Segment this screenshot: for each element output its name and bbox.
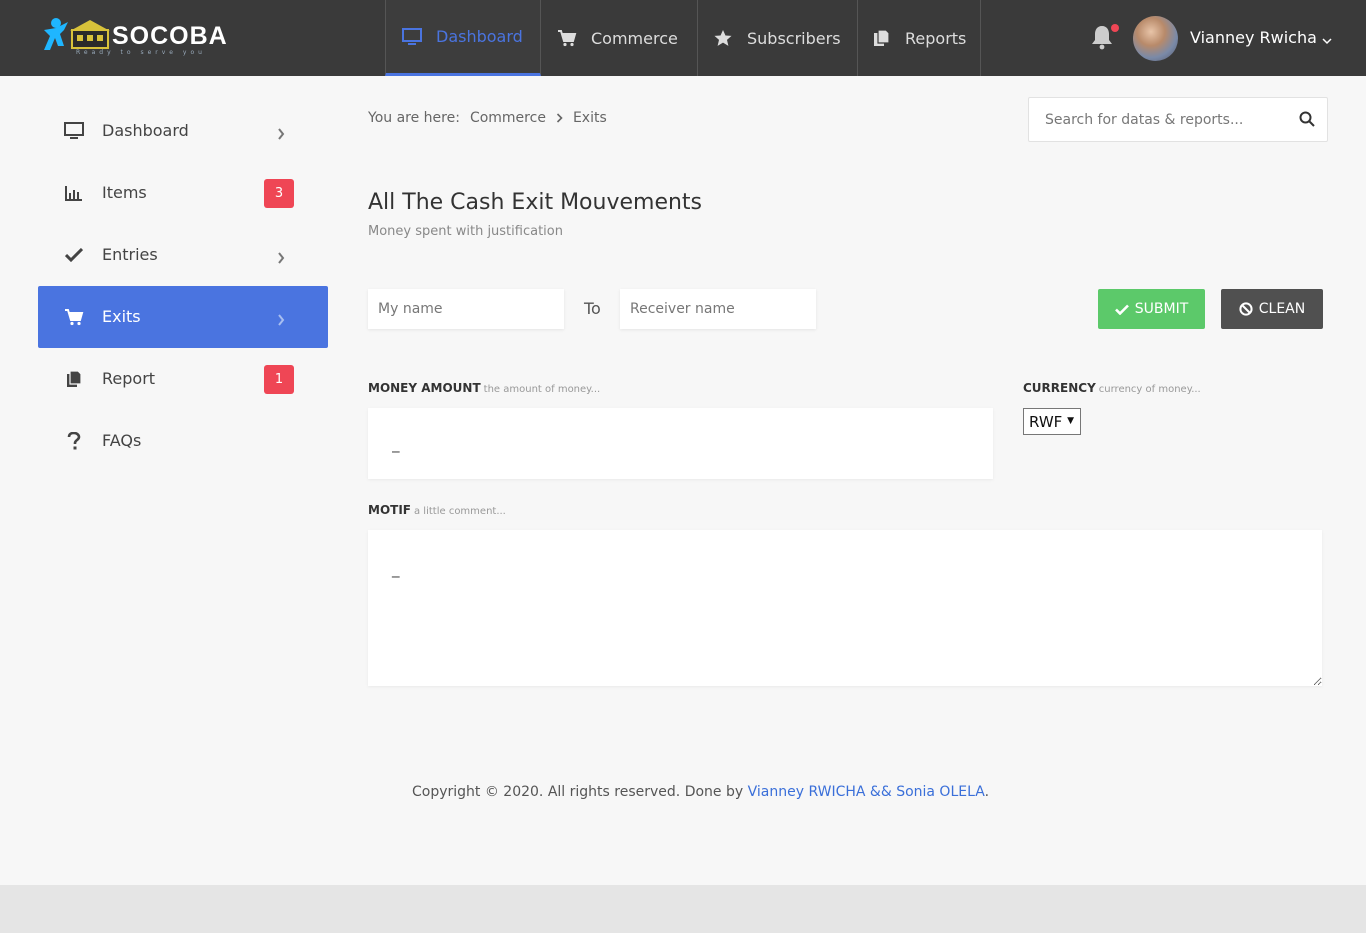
monitor-icon xyxy=(402,27,422,46)
breadcrumb-prefix: You are here: xyxy=(368,110,460,126)
nav-item-dashboard[interactable]: Dashboard xyxy=(385,0,541,76)
bar-chart-icon xyxy=(64,183,84,203)
nav-label: Subscribers xyxy=(747,28,841,48)
search-icon[interactable] xyxy=(1299,111,1315,131)
cart-icon xyxy=(557,29,577,47)
check-icon xyxy=(64,245,84,265)
sidebar-item-label: FAQs xyxy=(102,431,142,450)
currency-label: CURRENCY currency of money... xyxy=(1023,381,1201,395)
currency-title: CURRENCY xyxy=(1023,381,1096,395)
caret-down-icon: ▼ xyxy=(1067,416,1074,426)
clean-label: CLEAN xyxy=(1258,301,1306,317)
receiver-name-input[interactable] xyxy=(620,289,816,329)
sidebar-item-report[interactable]: Report 1 xyxy=(38,348,328,410)
sidebar-item-label: Report xyxy=(102,369,156,388)
check-icon xyxy=(1114,304,1129,315)
page-subtitle: Money spent with justification xyxy=(368,224,563,239)
sidebar-item-label: Entries xyxy=(102,245,158,264)
page-title: All The Cash Exit Mouvements xyxy=(368,190,703,215)
footer-text: Copyright © 2020. All rights reserved. D… xyxy=(412,784,748,800)
money-amount-input[interactable] xyxy=(368,408,993,479)
documents-icon xyxy=(873,29,891,47)
chevron-right-icon xyxy=(277,249,285,268)
currency-hint: currency of money... xyxy=(1098,384,1201,395)
sidebar-item-label: Items xyxy=(102,183,147,202)
count-badge: 3 xyxy=(264,179,294,208)
money-amount-title: MONEY AMOUNT xyxy=(368,381,481,395)
search-input[interactable] xyxy=(1045,110,1285,130)
money-amount-label: MONEY AMOUNT the amount of money... xyxy=(368,381,600,395)
nav-item-subscribers[interactable]: Subscribers xyxy=(698,0,858,76)
submit-button[interactable]: SUBMIT xyxy=(1098,289,1205,329)
sidebar-item-label: Dashboard xyxy=(102,121,189,140)
authors-link[interactable]: Vianney RWICHA && Sonia OLELA xyxy=(748,784,985,800)
breadcrumb-current: Exits xyxy=(572,110,607,126)
chevron-right-icon xyxy=(556,113,563,123)
motif-hint: a little comment... xyxy=(414,506,506,517)
motif-title: MOTIF xyxy=(368,503,411,517)
sidebar-item-entries[interactable]: Entries xyxy=(38,224,328,286)
nav-label: Commerce xyxy=(591,28,678,48)
top-navbar: SOCOBA Ready to serve you Dashboard Comm… xyxy=(0,0,1366,76)
chevron-down-icon[interactable] xyxy=(1322,30,1332,49)
search-box xyxy=(1028,97,1328,142)
ban-icon xyxy=(1239,302,1253,316)
sidebar-item-dashboard[interactable]: Dashboard xyxy=(38,100,328,162)
breadcrumb: You are here: Commerce Exits xyxy=(368,110,607,126)
sidebar-item-exits[interactable]: Exits xyxy=(38,286,328,348)
sidebar-item-items[interactable]: Items 3 xyxy=(38,162,328,224)
count-badge: 1 xyxy=(264,365,294,394)
page-bottom-band xyxy=(0,885,1366,933)
star-icon xyxy=(713,29,733,47)
chevron-right-icon xyxy=(277,125,285,144)
currency-select[interactable]: RWF ▼ xyxy=(1023,408,1081,435)
chevron-right-icon xyxy=(277,311,285,330)
nav-label: Dashboard xyxy=(436,27,523,46)
sidebar: Dashboard Items 3 Entries Exits Report 1… xyxy=(38,100,328,472)
footer-copyright: Copyright © 2020. All rights reserved. D… xyxy=(412,784,989,800)
motif-label: MOTIF a little comment... xyxy=(368,503,506,517)
nav-label: Reports xyxy=(905,28,967,48)
nav-item-reports[interactable]: Reports xyxy=(858,0,981,76)
monitor-icon xyxy=(64,121,84,141)
main-nav: Dashboard Commerce Subscribers Reports xyxy=(385,0,981,76)
question-icon xyxy=(64,431,84,451)
cart-icon xyxy=(64,307,84,327)
documents-icon xyxy=(64,369,84,389)
brand-tagline: Ready to serve you xyxy=(76,49,206,56)
to-label: To xyxy=(584,299,601,318)
submit-label: SUBMIT xyxy=(1134,301,1189,317)
brand-logo[interactable]: SOCOBA Ready to serve you xyxy=(40,14,230,62)
user-avatar[interactable] xyxy=(1133,16,1178,61)
currency-selected-value: RWF xyxy=(1029,412,1063,431)
sidebar-item-faqs[interactable]: FAQs xyxy=(38,410,328,472)
user-name[interactable]: Vianney Rwicha xyxy=(1190,28,1317,47)
clean-button[interactable]: CLEAN xyxy=(1221,289,1323,329)
footer-end: . xyxy=(984,784,990,800)
nav-item-commerce[interactable]: Commerce xyxy=(541,0,698,76)
sender-name-input[interactable] xyxy=(368,289,564,329)
breadcrumb-link-commerce[interactable]: Commerce xyxy=(470,110,546,126)
money-amount-hint: the amount of money... xyxy=(483,384,601,395)
brand-name: SOCOBA xyxy=(112,22,228,50)
sidebar-item-label: Exits xyxy=(102,307,141,326)
motif-textarea[interactable]: _ xyxy=(368,530,1322,686)
notification-dot xyxy=(1111,24,1119,32)
